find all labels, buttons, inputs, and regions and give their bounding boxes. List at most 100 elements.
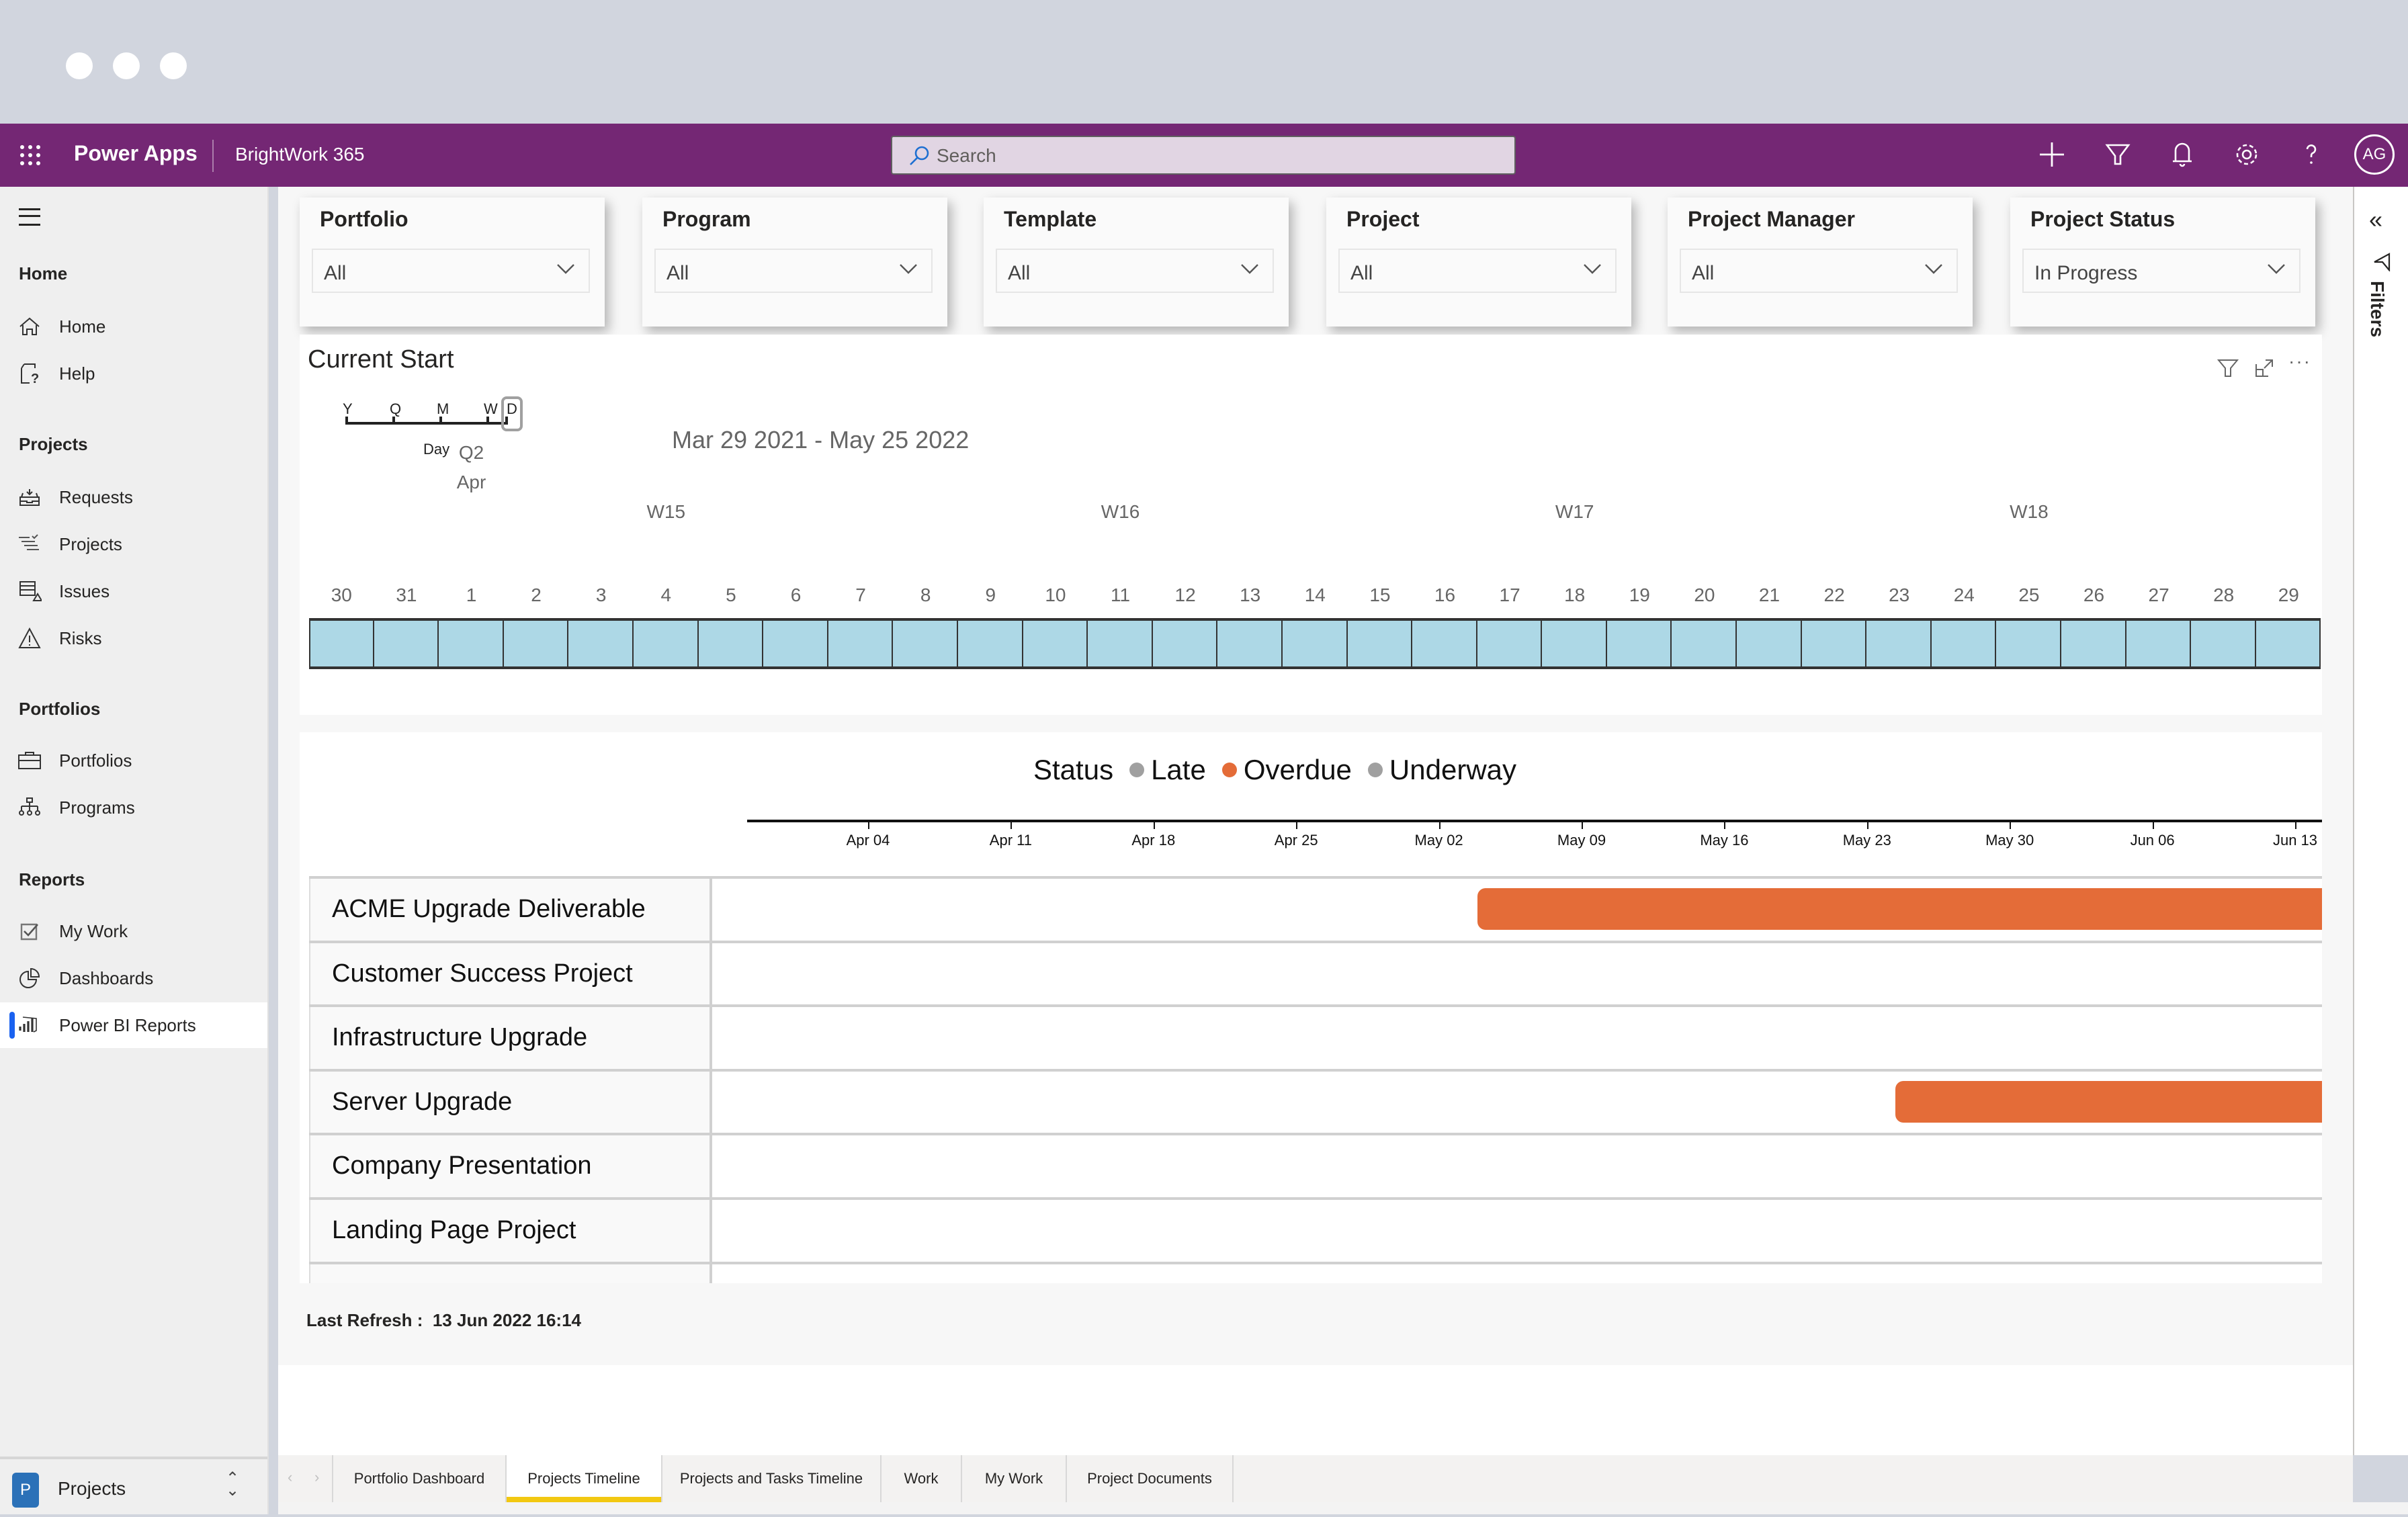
window-close-button[interactable] bbox=[66, 52, 93, 79]
day-cell[interactable] bbox=[1801, 621, 1867, 666]
search-icon bbox=[910, 146, 929, 165]
tab-projects-timeline[interactable]: Projects Timeline bbox=[505, 1455, 661, 1502]
tab-projects-and-tasks-timeline[interactable]: Projects and Tasks Timeline bbox=[661, 1455, 880, 1502]
day-cell[interactable] bbox=[957, 621, 1023, 666]
tabs-next-icon[interactable]: › bbox=[314, 1469, 319, 1486]
bell-icon[interactable] bbox=[2166, 138, 2198, 171]
day-cell[interactable] bbox=[1672, 621, 1737, 666]
scale-option-quarter[interactable]: Q bbox=[390, 400, 401, 418]
day-cell[interactable] bbox=[1347, 621, 1413, 666]
sidebar-item-portfolios[interactable]: Portfolios bbox=[0, 738, 267, 783]
expand-filters-icon[interactable]: « bbox=[2369, 206, 2382, 234]
gantt-row[interactable]: Customer Success Project bbox=[309, 940, 2322, 1006]
sidebar-item-help[interactable]: ? Help bbox=[0, 351, 267, 396]
legend-label-underway[interactable]: Underway bbox=[1389, 754, 1516, 786]
sidebar-item-projects[interactable]: Projects bbox=[0, 521, 267, 567]
program-dropdown[interactable]: All bbox=[654, 249, 933, 293]
scale-option-month[interactable]: M bbox=[437, 400, 449, 418]
day-cell[interactable] bbox=[439, 621, 504, 666]
gear-icon[interactable] bbox=[2231, 138, 2263, 171]
filter-icon[interactable] bbox=[2102, 138, 2134, 171]
gantt-row[interactable]: ACME Upgrade Deliverable bbox=[309, 876, 2322, 942]
day-cell[interactable] bbox=[633, 621, 699, 666]
sidebar-item-issues[interactable]: Issues bbox=[0, 568, 267, 614]
app-launcher-icon[interactable] bbox=[20, 145, 42, 167]
gantt-row[interactable]: Infrastructure Upgrade bbox=[309, 1004, 2322, 1071]
scale-option-year[interactable]: Y bbox=[343, 400, 353, 418]
day-cell[interactable] bbox=[1088, 621, 1153, 666]
day-cell[interactable] bbox=[1023, 621, 1088, 666]
sidebar-item-home[interactable]: Home bbox=[0, 304, 267, 349]
day-label: 5 bbox=[726, 584, 736, 605]
day-cell[interactable] bbox=[2126, 621, 2192, 666]
chevron-up-down-icon[interactable]: ⌃ ⌄ bbox=[226, 1471, 239, 1499]
day-cell[interactable] bbox=[2255, 621, 2321, 666]
day-cell[interactable] bbox=[2061, 621, 2126, 666]
day-cell[interactable] bbox=[1996, 621, 2062, 666]
day-cell[interactable] bbox=[1282, 621, 1348, 666]
day-cell[interactable] bbox=[374, 621, 439, 666]
window-minimize-button[interactable] bbox=[113, 52, 140, 79]
day-strip[interactable] bbox=[309, 618, 2321, 669]
tab-work[interactable]: Work bbox=[880, 1455, 961, 1502]
legend-label-overdue[interactable]: Overdue bbox=[1244, 754, 1352, 786]
sidebar-item-my-work[interactable]: My Work bbox=[0, 908, 267, 954]
day-cell[interactable] bbox=[2191, 621, 2256, 666]
tab-my-work[interactable]: My Work bbox=[961, 1455, 1066, 1502]
day-cell[interactable] bbox=[1866, 621, 1932, 666]
day-cell[interactable] bbox=[1477, 621, 1543, 666]
day-cell[interactable] bbox=[1217, 621, 1283, 666]
gantt-row[interactable]: Server Upgrade bbox=[309, 1068, 2322, 1135]
scale-option-week[interactable]: W bbox=[484, 400, 498, 418]
legend-label-late[interactable]: Late bbox=[1151, 754, 1206, 786]
day-cell[interactable] bbox=[1152, 621, 1218, 666]
hamburger-menu-icon[interactable] bbox=[19, 208, 40, 226]
tabs-prev-icon[interactable]: ‹ bbox=[288, 1469, 292, 1486]
day-cell[interactable] bbox=[893, 621, 958, 666]
axis-tick bbox=[1010, 821, 1013, 829]
chevron-down-icon bbox=[1241, 264, 1258, 274]
day-cell[interactable] bbox=[828, 621, 894, 666]
day-cell[interactable] bbox=[1606, 621, 1672, 666]
day-cell[interactable] bbox=[1737, 621, 1802, 666]
day-cell[interactable] bbox=[1542, 621, 1607, 666]
tab-portfolio-dashboard[interactable]: Portfolio Dashboard bbox=[332, 1455, 505, 1502]
day-cell[interactable] bbox=[1412, 621, 1477, 666]
add-icon[interactable] bbox=[2036, 138, 2068, 171]
help-icon[interactable] bbox=[2295, 138, 2327, 171]
gantt-row-partial[interactable] bbox=[309, 1261, 2322, 1283]
day-cell[interactable] bbox=[1931, 621, 1997, 666]
gantt-bar-overdue[interactable] bbox=[1477, 888, 2322, 930]
window-maximize-button[interactable] bbox=[160, 52, 187, 79]
gantt-bar-overdue[interactable] bbox=[1895, 1080, 2322, 1123]
area-switcher[interactable]: P Projects ⌃ ⌄ bbox=[0, 1457, 267, 1517]
sidebar-item-requests[interactable]: Requests bbox=[0, 474, 267, 520]
tab-project-documents[interactable]: Project Documents bbox=[1066, 1455, 1232, 1502]
day-cell[interactable] bbox=[763, 621, 828, 666]
day-cell[interactable] bbox=[503, 621, 569, 666]
visual-filter-icon[interactable] bbox=[2217, 357, 2239, 379]
day-cell[interactable] bbox=[309, 621, 374, 666]
app-name[interactable]: Power Apps bbox=[74, 141, 198, 166]
user-avatar[interactable]: AG bbox=[2354, 134, 2395, 175]
sidebar-item-label: Programs bbox=[59, 797, 135, 818]
sidebar-item-dashboards[interactable]: Dashboards bbox=[0, 955, 267, 1001]
sidebar-item-programs[interactable]: Programs bbox=[0, 785, 267, 830]
gantt-row[interactable]: Company Presentation bbox=[309, 1133, 2322, 1199]
day-cell[interactable] bbox=[568, 621, 634, 666]
project-manager-dropdown[interactable]: All bbox=[1680, 249, 1958, 293]
portfolio-dropdown[interactable]: All bbox=[312, 249, 590, 293]
sidebar-item-power-bi-reports[interactable]: Power BI Reports bbox=[0, 1002, 267, 1048]
sidebar-item-risks[interactable]: Risks bbox=[0, 615, 267, 661]
scale-selected-handle[interactable] bbox=[501, 396, 523, 431]
project-status-dropdown[interactable]: In Progress bbox=[2022, 249, 2300, 293]
search-input[interactable]: Search bbox=[891, 136, 1516, 175]
more-options-icon[interactable]: ··· bbox=[2288, 351, 2310, 372]
project-dropdown[interactable]: All bbox=[1338, 249, 1617, 293]
template-dropdown[interactable]: All bbox=[996, 249, 1274, 293]
filters-pane[interactable]: « Filters bbox=[2353, 187, 2408, 1455]
gantt-row[interactable]: Landing Page Project bbox=[309, 1197, 2322, 1263]
environment-name[interactable]: BrightWork 365 bbox=[235, 144, 364, 165]
day-cell[interactable] bbox=[698, 621, 764, 666]
focus-mode-icon[interactable] bbox=[2253, 357, 2275, 379]
